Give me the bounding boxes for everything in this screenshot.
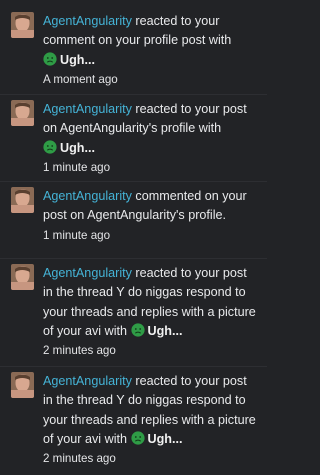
username-link[interactable]: AgentAngularity: [43, 374, 132, 388]
timestamp: 1 minute ago: [43, 160, 111, 174]
notification-body: AgentAngularity reacted to your post in …: [43, 264, 279, 360]
reaction-label: Ugh...: [147, 323, 183, 338]
notification-body: AgentAngularity reacted to your post in …: [43, 372, 279, 468]
reaction-label: Ugh...: [60, 140, 95, 155]
avatar[interactable]: [11, 372, 34, 398]
ugh-face-emoji-icon: [43, 51, 57, 66]
reaction-label: Ugh...: [147, 431, 183, 446]
avatar[interactable]: [11, 100, 34, 126]
notification-body: AgentAngularity reacted to your comment …: [43, 12, 279, 89]
username-link[interactable]: AgentAngularity: [43, 189, 132, 203]
timestamp: 1 minute ago: [43, 228, 111, 242]
ugh-face-emoji-icon: [130, 323, 145, 337]
notification-body: AgentAngularity commented on your post o…: [43, 187, 279, 245]
avatar[interactable]: [11, 264, 34, 290]
avatar[interactable]: [11, 12, 34, 38]
username-link[interactable]: AgentAngularity: [43, 14, 132, 28]
notification-body: AgentAngularity reacted to your post on …: [43, 100, 279, 177]
username-link[interactable]: AgentAngularity: [43, 266, 132, 280]
timestamp: A moment ago: [43, 72, 118, 86]
reaction-label: Ugh...: [60, 52, 95, 67]
ugh-face-emoji-icon: [130, 431, 145, 445]
username-link[interactable]: AgentAngularity: [43, 102, 132, 116]
timestamp: 2 minutes ago: [43, 344, 116, 358]
alerts-feed: AgentAngularity reacted to your comment …: [0, 0, 267, 475]
ugh-face-emoji-icon: [43, 139, 57, 154]
thread-link[interactable]: in the thread Y do niggas respond to: [43, 285, 246, 299]
timestamp: 2 minutes ago: [43, 452, 116, 466]
avatar[interactable]: [11, 187, 34, 213]
thread-link[interactable]: in the thread Y do niggas respond to: [43, 393, 246, 407]
